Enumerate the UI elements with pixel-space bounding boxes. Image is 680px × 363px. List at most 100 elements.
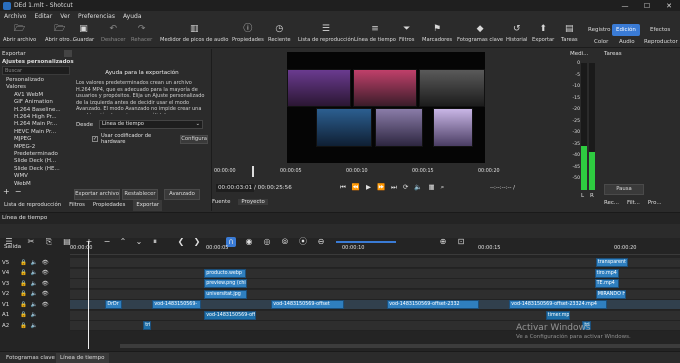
export-file-button[interactable]: Exportar archivo	[74, 189, 120, 200]
menu-view[interactable]: Ver	[60, 13, 70, 20]
maximize-icon[interactable]: ☐	[636, 0, 658, 11]
visibility-icon[interactable]: 👁	[42, 270, 49, 276]
rewind-icon[interactable]: ⏪	[352, 183, 360, 192]
preset-item[interactable]: MPEG-2	[2, 144, 72, 151]
preset-item[interactable]: GIF Animation	[2, 99, 72, 106]
timeline-clip[interactable]: vod-1483150569-	[152, 300, 202, 309]
track-header-v2[interactable]: V2 🔒 🔈 👁	[0, 290, 70, 299]
mode-player[interactable]: Reproductor	[640, 36, 680, 48]
lock-icon[interactable]: 🔒	[20, 291, 27, 297]
mute-icon[interactable]: 🔈	[31, 281, 38, 287]
skip-next-icon[interactable]: ⏭	[391, 183, 397, 192]
preset-item[interactable]: Slide Deck (H...	[2, 158, 72, 165]
tab-filters[interactable]: Filtros	[69, 200, 85, 211]
menu-file[interactable]: Archivo	[4, 13, 26, 20]
lock-icon[interactable]: 🔒	[20, 270, 27, 276]
skip-previous-icon[interactable]: ⏮	[340, 183, 346, 192]
preset-item[interactable]: AV1 WebM	[2, 92, 72, 99]
tab-source[interactable]: Fuente	[212, 199, 230, 205]
timeline-clip[interactable]: preview.png (chile)	[204, 279, 247, 288]
timeline-clip[interactable]: vod-1483150569-offse	[204, 310, 257, 320]
lock-icon[interactable]: 🔒	[20, 323, 27, 329]
mode-log[interactable]: Registro	[584, 24, 615, 36]
toolbar-button-peak-meter[interactable]: ▥ Medidor de picos de audio	[160, 24, 228, 43]
zoom-icon[interactable]: ⌕	[441, 183, 445, 192]
track-header-a2[interactable]: A2 🔒 🔈	[0, 321, 70, 330]
mode-effects[interactable]: Efectos	[646, 24, 674, 36]
track-header-v4[interactable]: V4 🔒 🔈 👁	[0, 269, 70, 278]
preset-item[interactable]: H.264 Main Pr...	[2, 121, 72, 128]
toolbar-button-folder-open[interactable]: 🗁 Abrir otro...	[45, 24, 74, 43]
mute-icon[interactable]: 🔈	[31, 270, 38, 276]
player-playhead[interactable]	[252, 166, 254, 177]
timeline-clip[interactable]: vod-1483150569-offset	[271, 300, 345, 309]
reset-button[interactable]: Restablecer	[122, 189, 158, 200]
timeline-clip[interactable]: universitat.jpg	[204, 289, 247, 299]
visibility-icon[interactable]: 👁	[42, 281, 49, 287]
timeline-clip[interactable]: MIRANDO H	[595, 289, 627, 299]
toolbar-button-markers[interactable]: ⚑ Marcadores	[422, 24, 452, 43]
timeline-clip[interactable]: producto.webp	[204, 268, 246, 278]
timeline-clip[interactable]: vod-1483150569-offset-2332	[387, 300, 479, 309]
grid-icon[interactable]: ▦	[428, 183, 434, 192]
toolbar-button-info[interactable]: ⓘ Propiedades	[232, 24, 264, 43]
toolbar-button-filter[interactable]: ⏷ Filtros	[399, 24, 414, 43]
menu-help[interactable]: Ayuda	[123, 13, 142, 20]
play-icon[interactable]: ▶	[366, 183, 371, 192]
track-header-v5[interactable]: V5 🔒 🔈 👁	[0, 258, 70, 267]
track-header-v1[interactable]: V1 🔒 🔈 👁	[0, 300, 70, 309]
current-timecode[interactable]: 00:00:03:01	[216, 184, 255, 192]
preset-item[interactable]: Personalizado	[2, 77, 72, 84]
toolbar-button-clock[interactable]: ◷ Reciente	[268, 24, 291, 43]
preset-item[interactable]: H.264 High Pr...	[2, 114, 72, 121]
tab-properties-right[interactable]: Pro...	[648, 200, 662, 206]
preset-item[interactable]: MJPEG	[2, 136, 72, 143]
toolbar-button-keyframes[interactable]: ◆ Fotogramas clave	[457, 24, 503, 43]
toolbar-button-export[interactable]: ⬆ Exportar	[532, 24, 554, 43]
timeline-scrollbar[interactable]	[120, 344, 680, 348]
visibility-icon[interactable]: 👁	[42, 302, 49, 308]
mute-icon[interactable]: 🔈	[31, 291, 38, 297]
preset-search-input[interactable]: Buscar	[2, 66, 70, 75]
toolbar-button-jobs[interactable]: ▤ Tareas	[561, 24, 578, 43]
preset-item[interactable]: Valores	[2, 84, 72, 91]
track-header-v3[interactable]: V3 🔒 🔈 👁	[0, 279, 70, 288]
preset-item[interactable]: WMV	[2, 173, 72, 180]
lock-icon[interactable]: 🔒	[20, 312, 27, 318]
tab-filters-right[interactable]: Filt...	[627, 200, 640, 206]
timeline-clip[interactable]: trip	[143, 321, 151, 330]
toolbar-button-timeline[interactable]: ≡ Línea de tiempo	[354, 24, 396, 43]
toolbar-button-history[interactable]: ↺ Historial	[506, 24, 527, 43]
mute-icon[interactable]: 🔈	[31, 323, 38, 329]
timeline-clip[interactable]: tiro.mp4	[594, 268, 619, 278]
tab-properties[interactable]: Propiedades	[93, 200, 126, 211]
timeline-clip[interactable]: DrDr	[105, 300, 123, 309]
minimize-icon[interactable]: —	[614, 0, 636, 11]
preset-item[interactable]: Slide Deck (HE...	[2, 166, 72, 173]
pause-jobs-button[interactable]: Pausa	[604, 184, 644, 195]
preset-item[interactable]: Predeterminado	[2, 151, 72, 158]
copy-icon[interactable]: ⎘	[44, 237, 54, 247]
mute-icon[interactable]: 🔈	[31, 260, 38, 266]
toolbar-button-redo[interactable]: ↷ Rehacer	[131, 24, 152, 43]
mute-icon[interactable]: 🔈	[31, 312, 38, 318]
add-preset-icon[interactable]: +	[3, 187, 10, 197]
mode-audio[interactable]: Audio	[615, 36, 639, 48]
preset-item[interactable]: HEVC Main Pr...	[2, 129, 72, 136]
cut-icon[interactable]: ✂	[26, 237, 36, 247]
configure-button[interactable]: Configura	[180, 134, 208, 144]
menu-settings[interactable]: Preferencias	[78, 13, 115, 20]
mode-editing[interactable]: Edición	[612, 24, 640, 36]
timeline-clip[interactable]: transparent	[595, 258, 628, 267]
from-select[interactable]: Línea de tiempo ⌄	[99, 120, 204, 129]
lock-icon[interactable]: 🔒	[20, 281, 27, 287]
tab-keyframes[interactable]: Fotogramas clave	[2, 353, 59, 363]
track-header-a1[interactable]: A1 🔒 🔈	[0, 311, 70, 320]
tab-playlist[interactable]: Lista de reproducción	[4, 200, 61, 211]
close-icon[interactable]: ✕	[658, 0, 680, 11]
mute-icon[interactable]: 🔈	[31, 302, 38, 308]
lock-icon[interactable]: 🔒	[20, 260, 27, 266]
volume-icon[interactable]: 🔈	[414, 183, 422, 192]
lock-icon[interactable]: 🔒	[20, 302, 27, 308]
toolbar-button-save[interactable]: ▣ Guardar	[73, 24, 94, 43]
